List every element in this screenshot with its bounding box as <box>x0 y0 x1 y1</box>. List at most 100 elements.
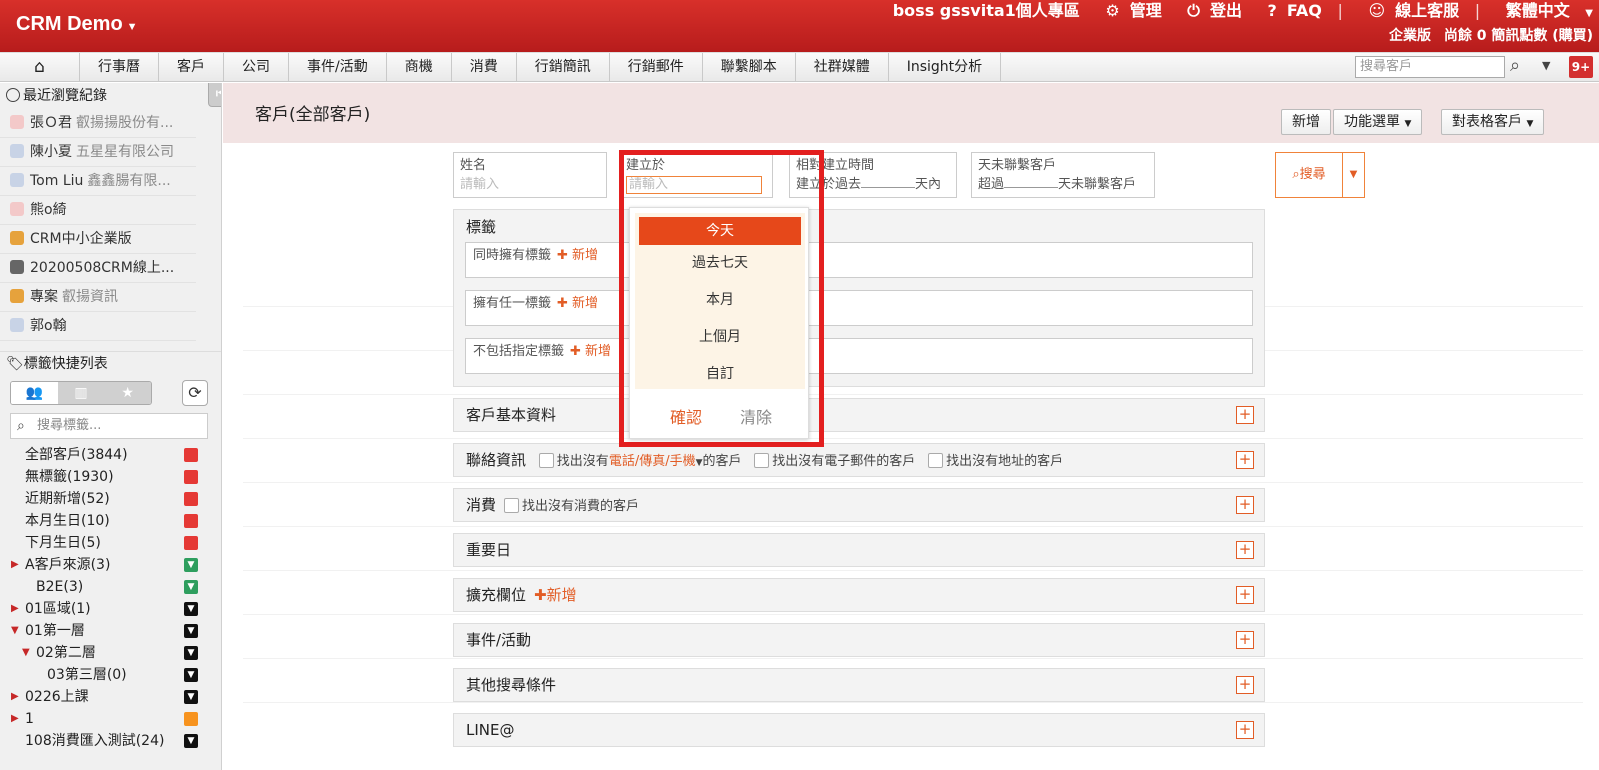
function-menu-button[interactable]: 功能選單 ▼ <box>1333 109 1423 135</box>
tag-color-swatch[interactable] <box>184 712 198 726</box>
tag-item[interactable]: 全部客戶(3844) <box>0 444 221 466</box>
tag-item[interactable]: 108消費匯入測試(24) ▼ <box>0 730 221 752</box>
caret-right-icon[interactable]: ▶ <box>11 598 19 620</box>
tag-item[interactable]: ▶ A客戶來源(3) ▼ <box>0 554 221 576</box>
nav-item-9[interactable]: 社群媒體 <box>796 53 889 82</box>
tag-item[interactable]: B2E(3) ▼ <box>0 576 221 598</box>
nav-item-5[interactable]: 消費 <box>452 53 517 82</box>
faq-link[interactable]: ? FAQ <box>1258 1 1322 20</box>
recent-item[interactable]: CRM中小企業版 <box>0 225 196 254</box>
nav-item-0[interactable]: 行事曆 <box>80 53 159 82</box>
view-select-button[interactable]: 對表格客戶 ▼ <box>1441 109 1545 135</box>
nav-item-4[interactable]: 商機 <box>387 53 452 82</box>
nav-item-10[interactable]: Insight分析 <box>889 53 1002 82</box>
caret-right-icon[interactable]: ▶ <box>11 686 19 708</box>
nav-item-7[interactable]: 行銷郵件 <box>610 53 703 82</box>
expand-plus-icon[interactable]: + <box>1236 496 1254 514</box>
nav-item-8[interactable]: 聯繫腳本 <box>703 53 796 82</box>
star-tab-icon[interactable]: ★ <box>104 382 151 404</box>
no-phone-checkbox[interactable] <box>538 453 554 468</box>
tag-item[interactable]: 無標籤(1930) <box>0 466 221 488</box>
section-consumption[interactable]: 消費 找出沒有消費的客戶 + <box>453 488 1265 522</box>
date-option[interactable]: 本月 <box>635 282 805 319</box>
tag-color-swatch[interactable]: ▼ <box>184 580 198 594</box>
tag-color-swatch[interactable] <box>184 536 198 550</box>
chevron-down-icon[interactable]: ▼ <box>696 458 703 468</box>
recent-item[interactable]: 熊o綺 <box>0 196 196 225</box>
manage-link[interactable]: ⚙ 管理 <box>1095 1 1161 20</box>
expand-plus-icon[interactable]: + <box>1236 586 1254 604</box>
date-option[interactable]: 過去七天 <box>635 245 805 282</box>
tag-condition-any[interactable]: 擁有任一標籤 ✚ 新增 <box>465 290 1253 326</box>
section-contact-info[interactable]: 聯絡資訊 找出沒有電話/傳真/手機▼的客戶 找出沒有電子郵件的客戶 找出沒有地址… <box>453 443 1265 477</box>
tag-item[interactable]: 本月生日(10) <box>0 510 221 532</box>
customer-search-input[interactable]: 搜尋客戶 <box>1355 56 1505 78</box>
name-field[interactable]: 姓名 請輸入 <box>453 152 607 198</box>
nav-item-6[interactable]: 行銷簡訊 <box>517 53 610 82</box>
brand-menu[interactable]: CRM Demo ▼ <box>16 13 138 36</box>
section-important-dates[interactable]: 重要日 + <box>453 533 1265 567</box>
tag-item[interactable]: ▶ 01區域(1) ▼ <box>0 598 221 620</box>
collapse-sidebar-icon[interactable]: ⏮ <box>208 83 221 107</box>
nav-item-1[interactable]: 客戶 <box>159 53 224 82</box>
recent-item[interactable]: 陳小夏 五星星有限公司 <box>0 138 196 167</box>
recent-item[interactable]: 20200508CRM線上... <box>0 254 196 283</box>
nav-item-3[interactable]: 事件/活動 <box>289 53 387 82</box>
expand-plus-icon[interactable]: + <box>1236 631 1254 649</box>
language-select[interactable]: 繁體中文 ▼ <box>1496 1 1593 20</box>
section-other-conditions[interactable]: 其他搜尋條件 + <box>453 668 1265 702</box>
no-address-checkbox[interactable] <box>928 453 944 468</box>
recent-item[interactable]: 張Ｏ君 叡揚揚股份有... <box>0 109 196 138</box>
recent-item[interactable]: Tom Liu 鑫鑫腸有限... <box>0 167 196 196</box>
section-events[interactable]: 事件/活動 + <box>453 623 1265 657</box>
recent-item[interactable]: 專案 叡揚資訊 <box>0 283 196 312</box>
section-extended-fields[interactable]: 擴充欄位 ✚新增 + <box>453 578 1265 612</box>
recent-item[interactable]: 郭o翰 <box>0 312 196 341</box>
tag-condition-exclude[interactable]: 不包括指定標籤 ✚ 新增 <box>465 338 1253 374</box>
add-tag-link[interactable]: ✚ 新增 <box>570 344 611 359</box>
tag-color-swatch[interactable]: ▼ <box>184 558 198 572</box>
tag-item[interactable]: ▼ 01第一層 ▼ <box>0 620 221 642</box>
tag-item[interactable]: 03第三層(0) ▼ <box>0 664 221 686</box>
people-tab-icon[interactable]: 👥 <box>11 382 58 404</box>
expand-plus-icon[interactable]: + <box>1236 721 1254 739</box>
expand-plus-icon[interactable]: + <box>1236 676 1254 694</box>
support-link[interactable]: ☺ 線上客服 <box>1358 1 1459 20</box>
date-option[interactable]: 上個月 <box>635 319 805 356</box>
tag-item[interactable]: ▶ 1 <box>0 708 221 730</box>
company-tab-icon[interactable]: ▥ <box>57 382 105 404</box>
tag-color-swatch[interactable] <box>184 514 198 528</box>
confirm-button[interactable]: 確認 <box>670 404 702 428</box>
tag-item[interactable]: 下月生日(5) <box>0 532 221 554</box>
caret-right-icon[interactable]: ▶ <box>11 554 19 576</box>
expand-plus-icon[interactable]: + <box>1236 451 1254 469</box>
chevron-down-icon[interactable]: ▼ <box>1542 59 1550 72</box>
tag-color-swatch[interactable]: ▼ <box>184 668 198 682</box>
nav-item-2[interactable]: 公司 <box>224 53 289 82</box>
add-field-link[interactable]: ✚新增 <box>534 586 577 604</box>
search-button[interactable]: ⌕搜尋 <box>1275 152 1343 198</box>
tag-color-swatch[interactable]: ▼ <box>184 602 198 616</box>
search-options-dropdown[interactable]: ▼ <box>1343 152 1365 198</box>
tag-color-swatch[interactable]: ▼ <box>184 690 198 704</box>
no-contact-days-input[interactable] <box>1004 176 1059 188</box>
tag-item[interactable]: 近期新增(52) <box>0 488 221 510</box>
tag-item[interactable]: ▼ 02第二層 ▼ <box>0 642 221 664</box>
section-line[interactable]: LINE@ + <box>453 713 1265 747</box>
date-option[interactable]: 自訂 <box>635 356 805 393</box>
logout-link[interactable]: ⏻ 登出 <box>1177 1 1242 20</box>
clear-button[interactable]: 清除 <box>740 404 772 428</box>
search-icon[interactable]: ⌕ <box>1510 55 1520 76</box>
refresh-icon[interactable]: ⟳ <box>182 380 208 406</box>
tag-color-swatch[interactable]: ▼ <box>184 734 198 748</box>
caret-right-icon[interactable]: ▶ <box>11 708 19 730</box>
tag-item[interactable]: ▶ 0226上課 ▼ <box>0 686 221 708</box>
date-option[interactable]: 今天 <box>639 217 801 245</box>
expand-plus-icon[interactable]: + <box>1236 406 1254 424</box>
notification-badge[interactable]: 9+ <box>1569 56 1593 78</box>
expand-plus-icon[interactable]: + <box>1236 541 1254 559</box>
relative-days-input[interactable] <box>861 176 916 188</box>
sms-balance-link[interactable]: 尚餘 0 簡訊點數 (購買) <box>1444 28 1593 44</box>
tag-color-swatch[interactable]: ▼ <box>184 624 198 638</box>
tag-color-swatch[interactable]: ▼ <box>184 646 198 660</box>
